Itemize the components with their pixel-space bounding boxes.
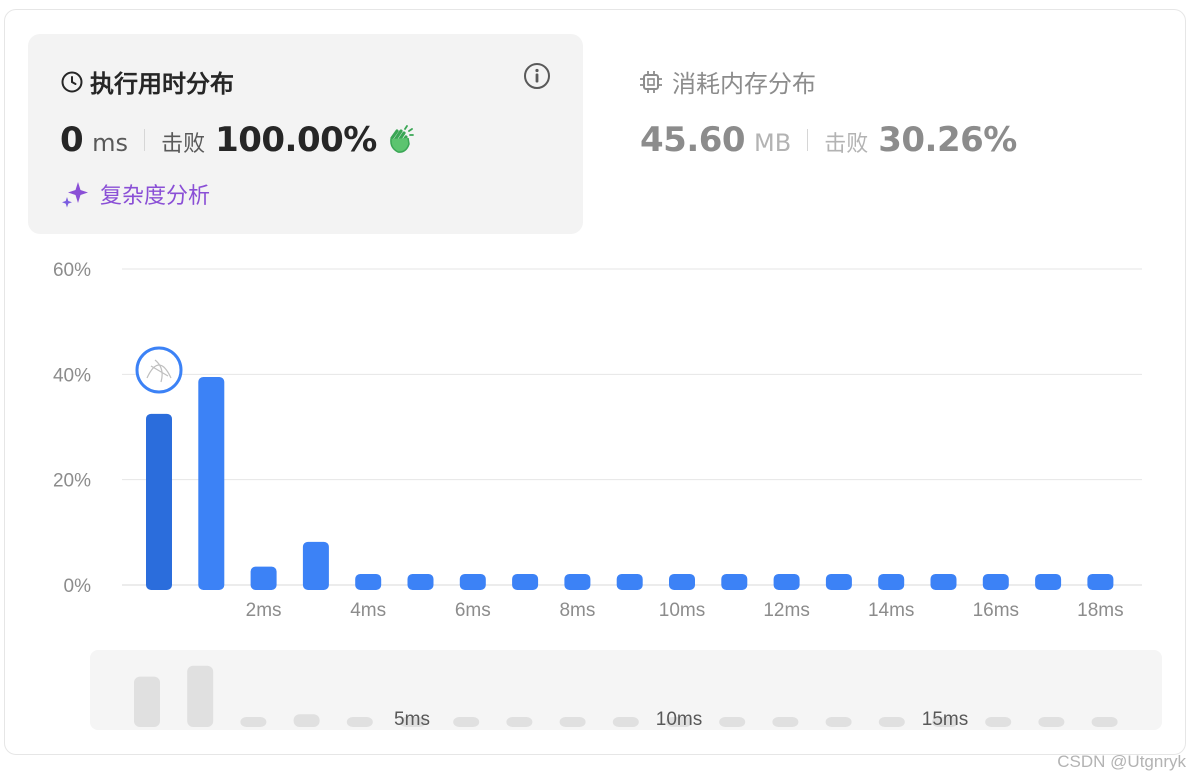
- chart-bar[interactable]: [1087, 573, 1114, 590]
- sparkle-icon: [62, 182, 88, 208]
- chart-bar[interactable]: [1035, 573, 1062, 590]
- runtime-unit: ms: [92, 129, 129, 157]
- clock-icon: [61, 71, 83, 92]
- chart-bar[interactable]: [825, 573, 852, 590]
- memory-value-row: 45.60 MB 击败 30.26%: [640, 120, 1017, 160]
- chart-bar[interactable]: [773, 573, 800, 590]
- memory-unit: MB: [754, 129, 792, 157]
- complexity-analysis-label: 复杂度分析: [100, 184, 211, 209]
- runtime-beats-label: 击败: [161, 132, 206, 157]
- chart-bar[interactable]: [198, 376, 225, 590]
- divider: [144, 129, 146, 151]
- range-navigator[interactable]: [90, 650, 1162, 730]
- chart-bar[interactable]: [146, 413, 172, 590]
- chart-bar[interactable]: [616, 573, 643, 590]
- divider: [807, 129, 809, 151]
- chart-bar[interactable]: [512, 573, 539, 590]
- runtime-card[interactable]: 执行用时分布 0 ms 击败 100.00% 复杂度分析: [28, 34, 583, 234]
- memory-title: 消耗内存分布: [672, 70, 816, 98]
- chart-bar[interactable]: [669, 573, 695, 590]
- chip-icon: [640, 70, 662, 93]
- info-icon[interactable]: [523, 62, 551, 90]
- runtime-title: 执行用时分布: [90, 70, 234, 98]
- chart-bar[interactable]: [250, 566, 277, 590]
- memory-beats-value: 30.26%: [878, 120, 1017, 160]
- clapping-hands-icon: [390, 125, 414, 153]
- complexity-analysis-link[interactable]: 复杂度分析: [60, 178, 210, 210]
- runtime-beats-value: 100.00%: [215, 120, 377, 160]
- memory-beats-label: 击败: [824, 132, 869, 157]
- chart-bar[interactable]: [407, 573, 434, 590]
- chart-bar[interactable]: [564, 573, 591, 590]
- memory-value: 45.60: [640, 120, 746, 160]
- chart-bar[interactable]: [459, 573, 486, 590]
- chart-bar[interactable]: [878, 573, 905, 590]
- chart-bar[interactable]: [930, 573, 957, 590]
- chart-bar[interactable]: [982, 573, 1009, 590]
- runtime-value: 0: [60, 120, 84, 160]
- memory-title-row[interactable]: 消耗内存分布: [638, 64, 816, 99]
- chart-bar[interactable]: [721, 573, 748, 590]
- watermark: CSDN @Utgnryk: [1057, 752, 1186, 771]
- runtime-title-row: 执行用时分布: [60, 64, 234, 99]
- runtime-value-row: 0 ms 击败 100.00%: [60, 120, 415, 160]
- chart-bar[interactable]: [302, 541, 329, 590]
- chart-bar[interactable]: [355, 573, 382, 590]
